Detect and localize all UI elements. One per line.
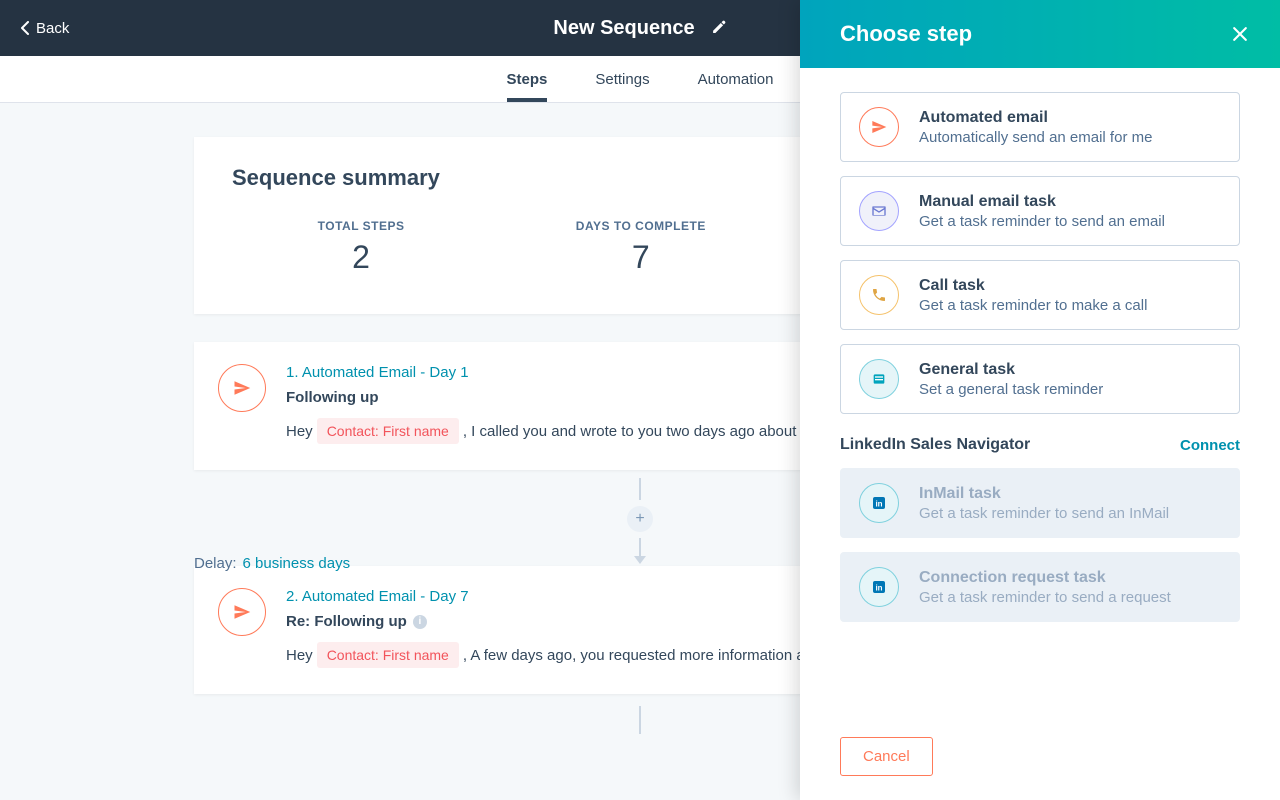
stat-value: 2 (318, 239, 405, 276)
stat-label: TOTAL STEPS (318, 219, 405, 233)
option-title: General task (919, 361, 1103, 379)
choose-step-panel: Choose step Automated email Automaticall… (800, 0, 1280, 800)
option-title: Call task (919, 277, 1147, 295)
option-desc: Get a task reminder to send an email (919, 213, 1165, 230)
option-general-task[interactable]: General task Set a general task reminder (840, 344, 1240, 414)
tab-settings[interactable]: Settings (595, 56, 649, 102)
delay-label: Delay: (194, 555, 237, 572)
option-manual-email[interactable]: Manual email task Get a task reminder to… (840, 176, 1240, 246)
option-inmail-task: in InMail task Get a task reminder to se… (840, 468, 1240, 538)
phone-icon (859, 275, 899, 315)
close-icon[interactable] (1228, 22, 1252, 46)
option-call-task[interactable]: Call task Get a task reminder to make a … (840, 260, 1240, 330)
option-title: Manual email task (919, 193, 1165, 211)
linkedin-label: LinkedIn Sales Navigator (840, 436, 1030, 454)
connect-link[interactable]: Connect (1180, 437, 1240, 454)
option-desc: Automatically send an email for me (919, 129, 1152, 146)
preview-before: Hey (286, 647, 313, 664)
linkedin-icon: in (859, 483, 899, 523)
preview-before: Hey (286, 423, 313, 440)
title-wrap: New Sequence (553, 17, 726, 40)
arrow-down-icon (634, 556, 646, 564)
cancel-button[interactable]: Cancel (840, 737, 933, 776)
send-icon (218, 588, 266, 636)
linkedin-section-header: LinkedIn Sales Navigator Connect (840, 436, 1240, 454)
back-label: Back (36, 20, 69, 37)
info-icon[interactable]: i (413, 615, 427, 629)
page-title: New Sequence (553, 17, 694, 40)
delay-value[interactable]: 6 business days (243, 555, 351, 572)
stat-label: DAYS TO COMPLETE (576, 219, 706, 233)
stat-value: 7 (576, 239, 706, 276)
svg-text:in: in (875, 583, 882, 592)
panel-header: Choose step (800, 0, 1280, 68)
option-desc: Get a task reminder to make a call (919, 297, 1147, 314)
option-automated-email[interactable]: Automated email Automatically send an em… (840, 92, 1240, 162)
mail-icon (859, 191, 899, 231)
chevron-left-icon (20, 21, 30, 35)
panel-body: Automated email Automatically send an em… (800, 68, 1280, 719)
option-desc: Get a task reminder to send a request (919, 589, 1171, 606)
stat-days: DAYS TO COMPLETE 7 (576, 219, 706, 276)
tab-automation[interactable]: Automation (698, 56, 774, 102)
delay-row: Delay: 6 business days (194, 555, 350, 572)
connector-line (639, 706, 641, 734)
option-title: InMail task (919, 485, 1169, 503)
send-icon (859, 107, 899, 147)
tab-steps[interactable]: Steps (507, 56, 548, 102)
option-title: Automated email (919, 109, 1152, 127)
merge-token: Contact: First name (317, 418, 459, 444)
option-desc: Set a general task reminder (919, 381, 1103, 398)
back-button[interactable]: Back (20, 20, 69, 37)
merge-token: Contact: First name (317, 642, 459, 668)
panel-footer: Cancel (800, 719, 1280, 800)
svg-text:in: in (875, 499, 882, 508)
preview-after: , I called you and wrote to you two days… (463, 423, 837, 440)
option-connection-request: in Connection request task Get a task re… (840, 552, 1240, 622)
send-icon (218, 364, 266, 412)
pencil-icon[interactable] (711, 20, 727, 36)
option-title: Connection request task (919, 569, 1171, 587)
option-desc: Get a task reminder to send an InMail (919, 505, 1169, 522)
linkedin-icon: in (859, 567, 899, 607)
add-step-button[interactable]: + (627, 506, 653, 532)
list-icon (859, 359, 899, 399)
preview-after: , A few days ago, you requested more inf… (463, 647, 834, 664)
panel-title: Choose step (840, 21, 972, 47)
connector-line (639, 478, 641, 500)
stat-total-steps: TOTAL STEPS 2 (318, 219, 405, 276)
